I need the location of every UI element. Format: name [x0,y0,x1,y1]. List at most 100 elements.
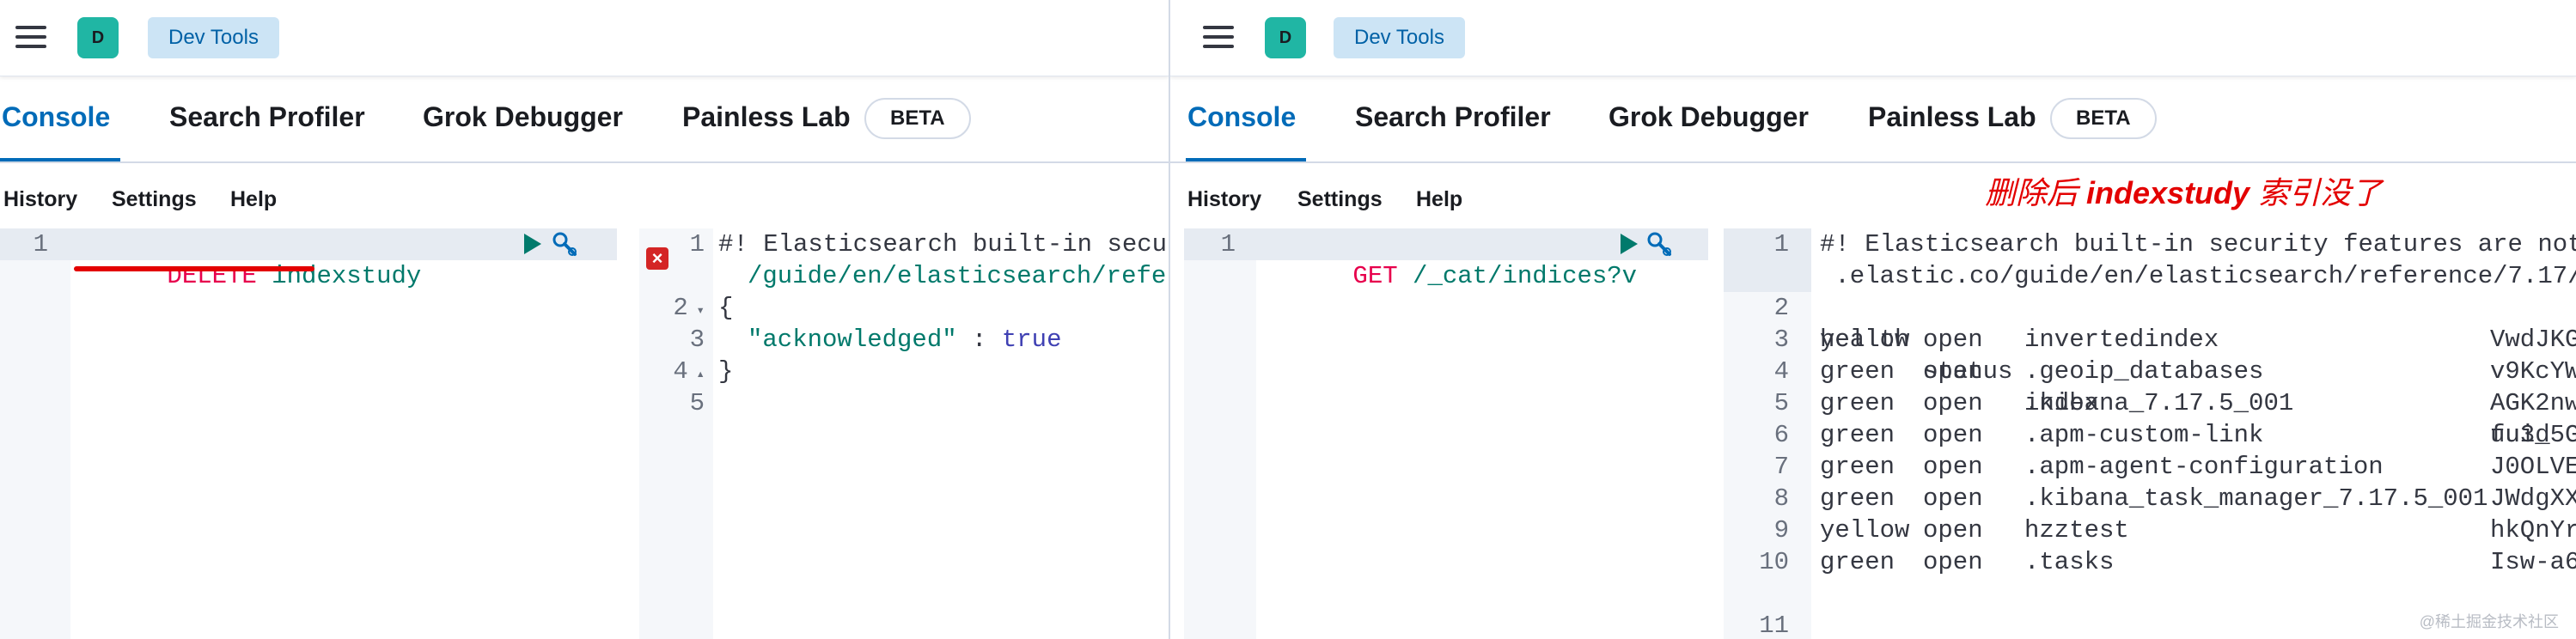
request-gutter [1184,228,1256,639]
red-underline [74,266,314,271]
response-line: #! Elasticsearch built-in secur [718,230,1169,259]
request-line[interactable]: DELETE indexstudy [77,228,421,324]
table-row: green open .kibana_task_manager_7.17.5_001… [1820,483,2576,514]
beta-badge: BETA [2050,98,2157,139]
response-line: "acknowledged" : true [748,326,1062,354]
wrench-icon[interactable] [1645,230,1676,259]
response-viewer[interactable]: × 1 2 ▾ 3 4 ▴ 5 #! Elasticsearch built-i… [639,228,1169,639]
warning-icon[interactable]: × [646,247,668,270]
tab-grok-debugger[interactable]: Grok Debugger [423,101,623,133]
play-icon[interactable] [1621,234,1638,254]
cell-health: green [1820,357,1895,386]
menu-settings[interactable]: Settings [112,187,197,212]
response-line: /guide/en/elasticsearch/refer [748,262,1169,290]
left-panel: D Dev Tools Console Search Profiler Grok… [0,0,1169,639]
line-number: 8 [1773,484,1789,513]
menu-help[interactable]: Help [230,187,277,212]
request-line[interactable]: GET /_cat/indices?v [1263,228,1637,324]
cell-health: green [1820,389,1895,417]
menu-icon[interactable] [1201,22,1236,52]
request-gutter [0,228,70,639]
header-bar: D Dev Tools [1170,0,2576,76]
cell-uuid: VwdJKGw [2490,326,2576,354]
cell-index: .geoip_databases [2024,357,2264,386]
response-line: #! Elasticsearch built-in security featu… [1820,230,2576,259]
line-number: 11 [1759,612,1789,639]
menu-history[interactable]: History [1187,187,1261,212]
line-number: 10 [1759,548,1789,576]
annotation-note: 删除后 indexstudy 索引没了 [1985,175,2383,210]
menu-help[interactable]: Help [1416,187,1462,212]
tab-console[interactable]: Console [2,101,110,133]
http-method: GET [1352,262,1398,290]
line-number: 4 [1773,357,1789,386]
menu-settings[interactable]: Settings [1297,187,1383,212]
cell-status: open [1923,357,1983,386]
cell-health: yellow [1820,326,1910,354]
table-row: green open .kibana_7.17.5_001 AGK2nwe [1820,387,2576,419]
cell-status: open [1923,389,1983,417]
line-number: 1 [1773,230,1789,259]
cell-uuid: v9KcYWX [2490,357,2576,386]
cell-status: open [1923,453,1983,481]
line-number: 5 [1773,389,1789,417]
cell-health: green [1820,548,1895,576]
play-icon[interactable] [524,234,541,254]
line-number: 3 [1773,326,1789,354]
line-number: 6 [1773,421,1789,449]
active-tab-indicator [1186,158,1306,161]
tab-painless-lab[interactable]: Painless Lab [682,101,851,133]
line-number: 1 [689,230,705,259]
cell-status: open [1923,326,1983,354]
breadcrumb[interactable]: Dev Tools [148,17,279,58]
line-number: 3 [689,326,705,354]
space-avatar[interactable]: D [1265,17,1306,58]
wrench-icon[interactable] [550,230,581,259]
watermark: @稀土掘金技术社区 [2419,613,2559,630]
cell-index: .apm-custom-link [2024,421,2264,449]
line-number: 7 [1773,453,1789,481]
tab-console[interactable]: Console [1187,101,1296,133]
line-number: 1 [1220,230,1236,259]
cell-index: .apm-agent-configuration [2024,453,2384,481]
table-row: yellow open hzztest hkQnYrt [1820,514,2576,546]
table-row: green open .apm-custom-link fu3_5GF [1820,419,2576,451]
tab-painless-lab[interactable]: Painless Lab [1868,101,2036,133]
cell-status: open [1923,484,1983,513]
cell-health: green [1820,421,1895,449]
cell-index: invertedindex [2024,326,2219,354]
line-number: 5 [689,389,705,417]
tab-search-profiler[interactable]: Search Profiler [169,101,365,133]
menu-icon[interactable] [14,22,48,52]
response-viewer[interactable]: 1 2 #! Elasticsearch built-in security f… [1724,228,2576,639]
menu-history[interactable]: History [3,187,77,212]
tab-search-profiler[interactable]: Search Profiler [1355,101,1551,133]
line-number: 2 ▾ [673,294,705,322]
request-editor[interactable]: 1 DELETE indexstudy [0,228,617,639]
cell-uuid: hkQnYrt [2490,516,2576,545]
tab-bar: Console Search Profiler Grok Debugger Pa… [0,76,1169,163]
response-gutter [639,228,713,639]
cell-health: green [1820,484,1895,513]
response-line: } [718,357,734,386]
space-avatar[interactable]: D [77,17,119,58]
request-editor[interactable]: 1 GET /_cat/indices?v [1184,228,1708,639]
cell-status: open [1923,421,1983,449]
tab-grok-debugger[interactable]: Grok Debugger [1608,101,1809,133]
cell-uuid: fu3_5GF [2490,421,2576,449]
table-row: green open .geoip_databases v9KcYWX [1820,356,2576,387]
cell-index: hzztest [2024,516,2129,545]
cell-status: open [1923,548,1983,576]
response-line: .elastic.co/guide/en/elasticsearch/refer… [1820,262,2576,290]
tab-bar: Console Search Profiler Grok Debugger Pa… [1170,76,2576,163]
breadcrumb[interactable]: Dev Tools [1334,17,1465,58]
json-key: "acknowledged" [748,326,957,354]
line-number: 4 ▴ [673,357,705,386]
cell-health: yellow [1820,516,1910,545]
line-number: 1 [33,230,48,259]
table-row: yellow open invertedindex VwdJKGw [1820,324,2576,356]
cell-uuid: AGK2nwe [2490,389,2576,417]
header-bar: D Dev Tools [0,0,1169,76]
cell-uuid: JWdgXXD [2490,484,2576,513]
line-number: 2 [1773,294,1789,322]
